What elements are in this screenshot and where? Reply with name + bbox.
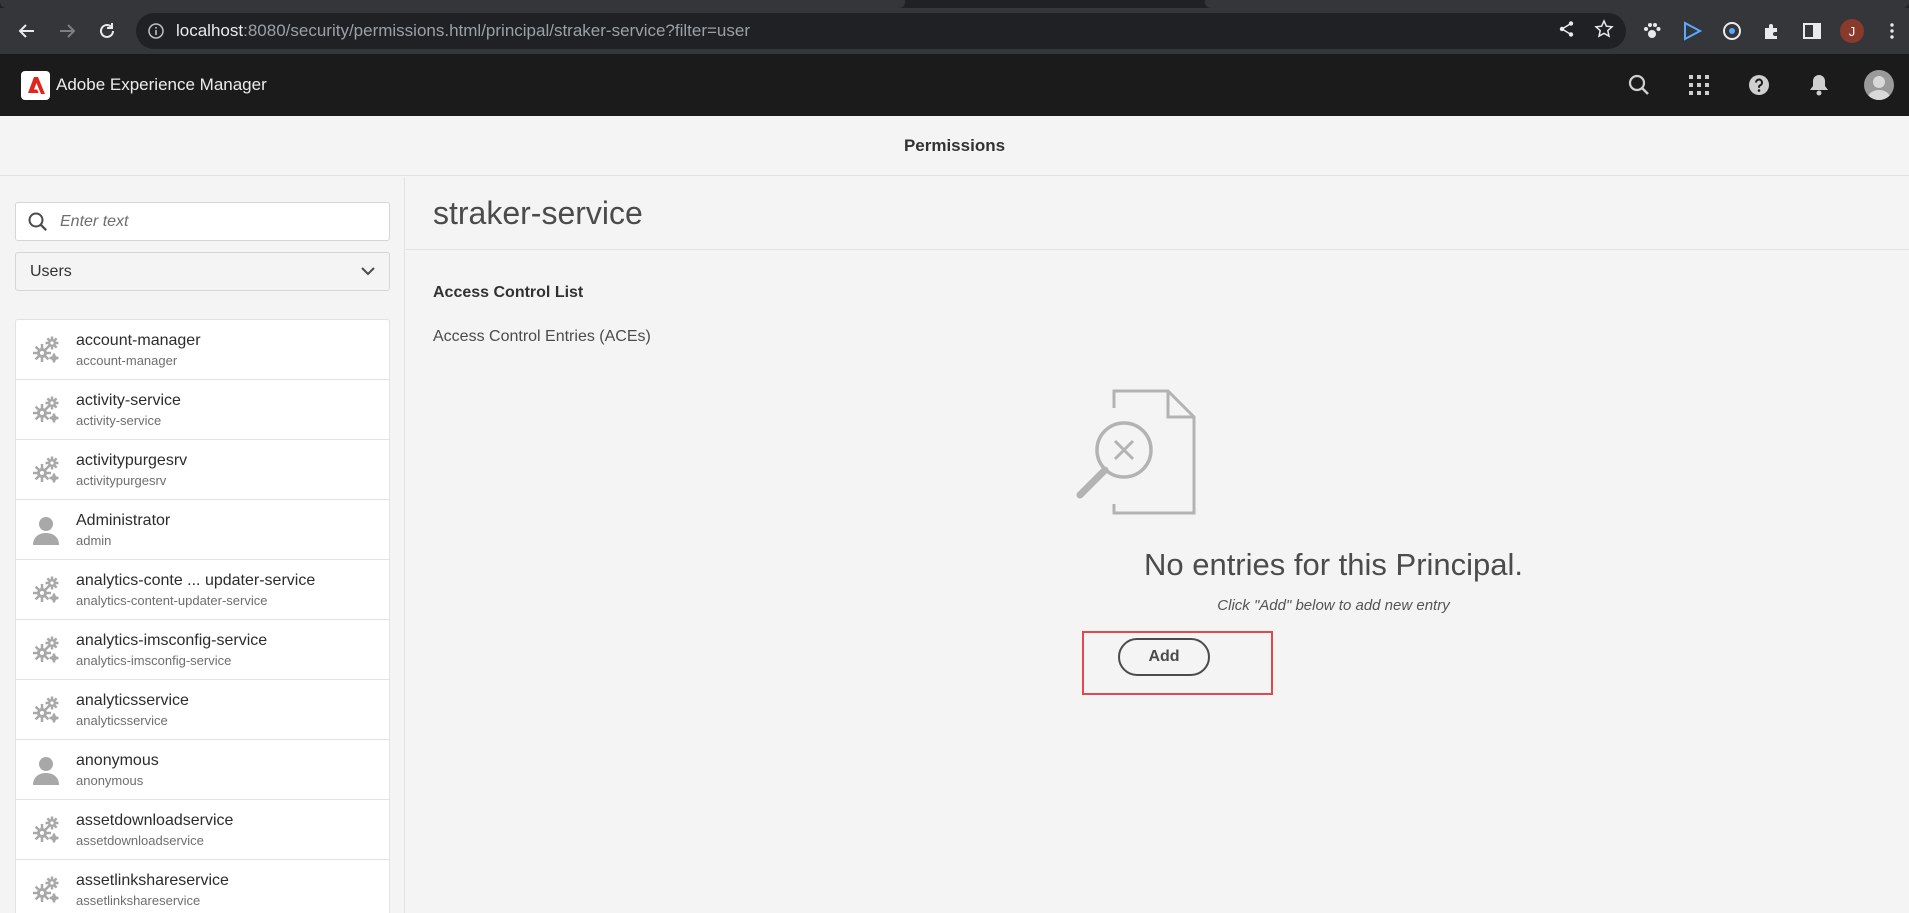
principal-id: admin: [76, 532, 112, 548]
chevron-down-icon: [361, 263, 375, 281]
principal-list-item[interactable]: analytics-conte ... updater-service analy…: [16, 560, 389, 620]
principal-id: assetdownloadservice: [76, 832, 204, 848]
principal-id: anonymous: [76, 772, 144, 788]
principal-display-name: analytics-conte ... updater-service: [76, 571, 316, 589]
principal-type-value: Users: [30, 262, 72, 280]
empty-state-title: No entries for this Principal.: [1143, 547, 1524, 582]
principal-list-item[interactable]: Administrator admin: [16, 500, 389, 560]
adobe-logo-icon[interactable]: [21, 70, 50, 100]
aem-global-header: Adobe Experience Manager: [0, 54, 1909, 116]
principal-list-item[interactable]: assetlinkshareservice assetlinkshareservi…: [16, 860, 389, 913]
search-icon: [16, 212, 60, 232]
service-gears-icon: [16, 694, 76, 726]
forward-icon[interactable]: [47, 11, 87, 51]
no-results-document-icon: [1070, 389, 1210, 522]
principal-display-name: analyticsservice: [76, 691, 189, 709]
principal-display-name: activitypurgesrv: [76, 451, 188, 469]
principal-id: activity-service: [76, 412, 162, 428]
search-input[interactable]: [60, 212, 380, 231]
principal-list-item[interactable]: activitypurgesrv activitypurgesrv: [16, 440, 389, 500]
solutions-grid-icon[interactable]: [1669, 54, 1729, 116]
service-gears-icon: [16, 334, 76, 366]
principal-list: account-manager account-manager activity-s…: [15, 319, 390, 913]
extension-paw-icon[interactable]: [1640, 19, 1664, 43]
app-title[interactable]: Adobe Experience Manager: [56, 75, 267, 95]
principal-id: assetlinkshareservice: [76, 892, 201, 908]
principal-id: activitypurgesrv: [76, 472, 167, 488]
principal-list-item[interactable]: activity-service activity-service: [16, 380, 389, 440]
site-info-icon[interactable]: [136, 23, 176, 39]
address-bar[interactable]: localhost:8080/security/permissions.html…: [136, 13, 1626, 49]
user-icon: [16, 515, 76, 545]
service-gears-icon: [16, 874, 76, 906]
user-avatar[interactable]: [1849, 54, 1909, 116]
principal-display-name: account-manager: [76, 331, 201, 349]
extensions-puzzle-icon[interactable]: [1760, 19, 1784, 43]
principal-list-item[interactable]: account-manager account-manager: [16, 320, 389, 380]
browser-tab[interactable]: [1205, 0, 1909, 8]
bookmark-star-icon[interactable]: [1594, 18, 1614, 44]
url-text[interactable]: localhost:8080/security/permissions.html…: [176, 21, 750, 41]
principal-type-select[interactable]: Users: [15, 252, 390, 291]
title-bar: Permissions: [0, 116, 1909, 176]
reload-icon[interactable]: [87, 11, 127, 51]
principal-display-name: activity-service: [76, 391, 181, 409]
extension-play-icon[interactable]: [1680, 19, 1704, 43]
service-gears-icon: [16, 634, 76, 666]
service-gears-icon: [16, 574, 76, 606]
principal-list-item[interactable]: analytics-imsconfig-service analytics-ims…: [16, 620, 389, 680]
principal-display-name: analytics-imsconfig-service: [76, 631, 268, 649]
principal-name-heading: straker-service: [433, 195, 643, 231]
browser-tab[interactable]: [0, 0, 905, 8]
side-panel-icon[interactable]: [1800, 19, 1824, 43]
service-gears-icon: [16, 454, 76, 486]
search-icon[interactable]: [1609, 54, 1669, 116]
page-title: Permissions: [903, 135, 1006, 155]
help-icon[interactable]: [1729, 54, 1789, 116]
url-host: localhost: [176, 21, 244, 40]
url-path: :8080/security/permissions.html/principa…: [243, 21, 750, 40]
extensions-area: J: [1640, 8, 1904, 54]
back-icon[interactable]: [7, 11, 47, 51]
browser-menu-icon[interactable]: [1880, 19, 1904, 43]
principal-display-name: assetdownloadservice: [76, 811, 234, 829]
principal-rail: Users account-manager account-manager acti…: [0, 177, 405, 913]
principal-display-name: anonymous: [76, 751, 159, 769]
share-icon[interactable]: [1558, 20, 1576, 43]
user-icon: [16, 755, 76, 785]
add-entry-button[interactable]: Add: [1118, 638, 1210, 676]
principal-list-item[interactable]: anonymous anonymous: [16, 740, 389, 800]
service-gears-icon: [16, 814, 76, 846]
principal-id: analytics-imsconfig-service: [76, 652, 232, 668]
profile-avatar[interactable]: J: [1840, 19, 1864, 43]
principal-display-name: assetlinkshareservice: [76, 871, 229, 889]
aces-heading: Access Control Entries (ACEs): [433, 328, 651, 345]
principal-list-item[interactable]: analyticsservice analyticsservice: [16, 680, 389, 740]
principal-id: account-manager: [76, 352, 178, 368]
browser-tab-strip: [0, 0, 1909, 8]
principal-display-name: Administrator: [76, 511, 171, 529]
permissions-content: straker-service Access Control List Acce…: [406, 177, 1909, 913]
service-gears-icon: [16, 394, 76, 426]
empty-state-hint: Click "Add" below to add new entry: [1217, 597, 1450, 614]
principal-id: analytics-content-updater-service: [76, 592, 268, 608]
notifications-bell-icon[interactable]: [1789, 54, 1849, 116]
header-divider: [406, 249, 1909, 250]
principal-id: analyticsservice: [76, 712, 168, 728]
search-field[interactable]: [15, 202, 390, 241]
principal-list-item[interactable]: assetdownloadservice assetdownloadservice: [16, 800, 389, 860]
extension-globe-icon[interactable]: [1720, 19, 1744, 43]
browser-toolbar: localhost:8080/security/permissions.html…: [0, 8, 1909, 54]
acl-heading: Access Control List: [433, 284, 584, 301]
